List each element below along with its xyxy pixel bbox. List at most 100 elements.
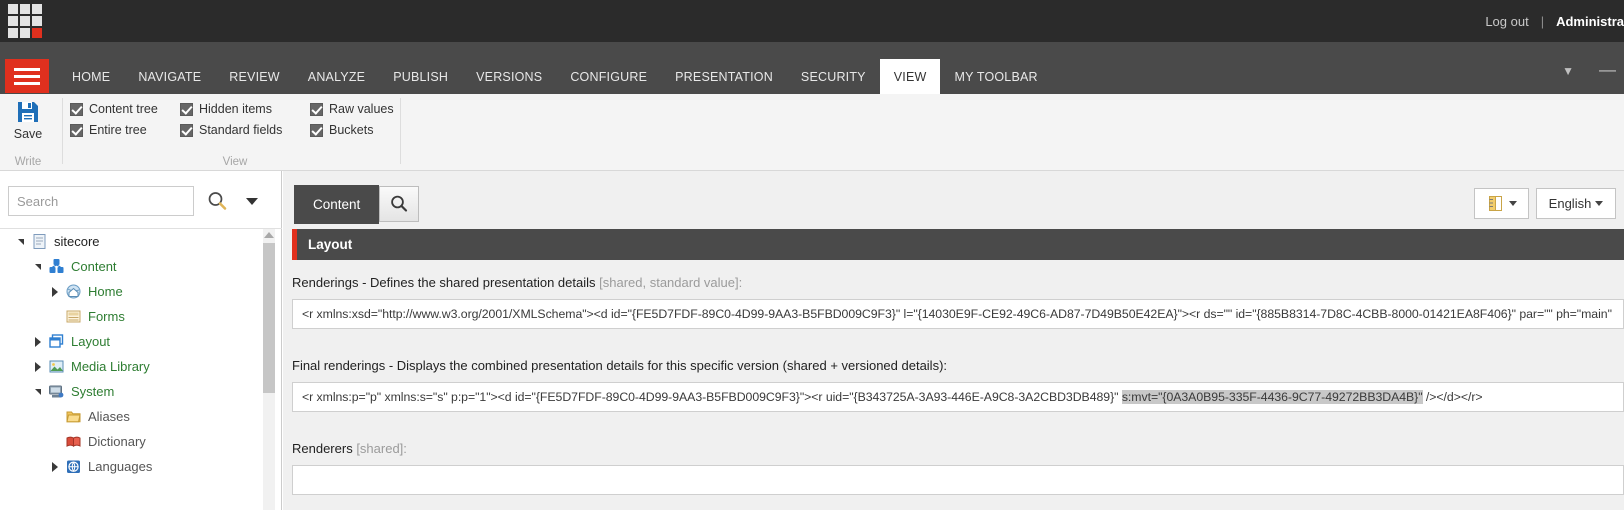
logo-cell: [8, 4, 18, 14]
triangle-collapsed-icon[interactable]: [31, 335, 45, 349]
ribbon-tab-view[interactable]: VIEW: [879, 59, 941, 94]
tree-item-content[interactable]: Content: [0, 254, 282, 279]
checkbox-label: Standard fields: [199, 123, 283, 137]
tree-item-sitecore[interactable]: sitecore: [0, 229, 282, 254]
search-icon[interactable]: [204, 188, 230, 214]
forms-icon: [65, 308, 82, 325]
tree-item-forms[interactable]: Forms: [0, 304, 282, 329]
triangle-expanded-icon[interactable]: [14, 235, 28, 249]
language-selector-button[interactable]: English: [1536, 188, 1616, 219]
tree-item-label: Languages: [88, 459, 153, 474]
ribbon-tab-my-toolbar[interactable]: MY TOOLBAR: [940, 59, 1051, 94]
tree-item-home[interactable]: Home: [0, 279, 282, 304]
ribbon-tab-versions[interactable]: VERSIONS: [462, 59, 556, 94]
field-value-input[interactable]: [292, 465, 1624, 495]
checkbox-label: Raw values: [329, 102, 394, 116]
field-value-prefix: <r xmlns:p="p" xmlns:s="s" p:p="1"><d id…: [302, 390, 1122, 404]
checkbox-buckets[interactable]: Buckets: [310, 123, 373, 137]
version-notebook-icon: [1488, 196, 1502, 211]
ribbon-tab-publish[interactable]: PUBLISH: [379, 59, 462, 94]
tree-item-label: System: [71, 384, 115, 399]
search-input[interactable]: [8, 186, 194, 216]
ribbon-tab-label: HOME: [72, 69, 111, 84]
ribbon-tab-label: MY TOOLBAR: [954, 69, 1038, 84]
save-button[interactable]: Save: [0, 99, 56, 141]
ribbon-tab-label: PUBLISH: [393, 69, 449, 84]
checkbox-hidden-items[interactable]: Hidden items: [180, 102, 272, 116]
checkmark-icon: [70, 123, 83, 137]
globe-icon: [65, 458, 82, 475]
hamburger-bar: [14, 67, 40, 71]
field-value-input[interactable]: <r xmlns:p="p" xmlns:s="s" p:p="1"><d id…: [292, 382, 1624, 412]
logo-cell: [32, 16, 42, 26]
content-tree: sitecore Content Home Forms Layout Media Libr…: [0, 228, 282, 510]
checkbox-label: Entire tree: [89, 123, 147, 137]
tree-item-aliases[interactable]: Aliases: [0, 404, 282, 429]
triangle-collapsed-icon[interactable]: [31, 360, 45, 374]
hamburger-icon[interactable]: [5, 59, 49, 93]
tree-item-languages[interactable]: Languages: [0, 454, 282, 479]
ribbon-body: Save Write Content tree Entire tree Hidden…: [0, 94, 1624, 171]
ribbon-tab-home[interactable]: HOME: [58, 59, 124, 94]
ribbon-tab-review[interactable]: REVIEW: [215, 59, 294, 94]
checkbox-label: Hidden items: [199, 102, 272, 116]
ribbon-tab-navigate[interactable]: NAVIGATE: [124, 59, 215, 94]
checkbox-entire-tree[interactable]: Entire tree: [70, 123, 147, 137]
field-label-modifier: [shared, standard value]:: [599, 275, 743, 290]
chevron-down-icon[interactable]: [246, 197, 258, 205]
tree-item-system[interactable]: System: [0, 379, 282, 404]
triangle-collapsed-icon[interactable]: [48, 285, 62, 299]
tree-scrollbar-thumb[interactable]: [263, 243, 275, 393]
field-value-text: <r xmlns:p="p" xmlns:s="s" p:p="1"><d id…: [302, 390, 1483, 404]
ribbon-tab-label: VIEW: [893, 69, 927, 84]
ribbon-group-write: Save Write: [0, 94, 56, 171]
checkbox-content-tree[interactable]: Content tree: [70, 102, 158, 116]
version-selector-button[interactable]: [1474, 188, 1529, 219]
book-icon: [65, 433, 82, 450]
field-label: Renderers [shared]:: [292, 441, 1624, 456]
tree-item-media-library[interactable]: Media Library: [0, 354, 282, 379]
field-label-modifier: [shared]:: [356, 441, 407, 456]
triangle-expanded-icon[interactable]: [31, 260, 45, 274]
tab-search[interactable]: [379, 186, 419, 222]
ribbon-tab-label: ANALYZE: [307, 69, 366, 84]
ribbon-tab-security[interactable]: SECURITY: [787, 59, 880, 94]
checkbox-raw-values[interactable]: Raw values: [310, 102, 394, 116]
tree-item-layout[interactable]: Layout: [0, 329, 282, 354]
checkmark-icon: [310, 102, 323, 116]
chevron-down-icon[interactable]: ▼: [1562, 64, 1574, 78]
save-button-label: Save: [13, 127, 43, 141]
checkmark-icon: [180, 123, 193, 137]
sitecore-logo[interactable]: [8, 4, 42, 38]
checkbox-standard-fields[interactable]: Standard fields: [180, 123, 282, 137]
current-user-label[interactable]: Administra: [1556, 14, 1624, 29]
minimize-icon[interactable]: —: [1599, 60, 1616, 80]
checkmark-icon: [310, 123, 323, 137]
triangle-collapsed-icon[interactable]: [48, 460, 62, 474]
ribbon-tab-label: VERSIONS: [476, 69, 543, 84]
logo-cell: [20, 28, 30, 38]
logo-cell: [20, 4, 30, 14]
ribbon-tab-strip: HOME NAVIGATE REVIEW ANALYZE PUBLISH VERSIONS…: [0, 42, 1624, 94]
triangle-expanded-icon[interactable]: [31, 385, 45, 399]
tree-node-host: sitecore Content Home Forms Layout Media Libr…: [0, 229, 282, 479]
field-value-input[interactable]: <r xmlns:xsd="http://www.w3.org/2001/XML…: [292, 299, 1624, 329]
tab-content[interactable]: Content: [294, 185, 380, 224]
tree-item-label: Dictionary: [88, 434, 146, 449]
ribbon-tab-label: SECURITY: [800, 69, 866, 84]
ribbon-group-write-label: Write: [14, 156, 42, 168]
checkmark-icon: [180, 102, 193, 116]
ribbon-tab-analyze[interactable]: ANALYZE: [294, 59, 379, 94]
tree-item-dictionary[interactable]: Dictionary: [0, 429, 282, 454]
field-label: Renderings - Defines the shared presenta…: [292, 275, 1624, 290]
logout-link[interactable]: Log out: [1485, 14, 1528, 29]
ribbon-tab-configure[interactable]: CONFIGURE: [556, 59, 661, 94]
logo-cell: [20, 16, 30, 26]
tree-item-label: Media Library: [71, 359, 150, 374]
tree-item-label: Aliases: [88, 409, 130, 424]
field-block: Renderings - Defines the shared presenta…: [292, 275, 1624, 329]
ribbon-tab-presentation[interactable]: PRESENTATION: [661, 59, 787, 94]
scroll-up-arrow-icon[interactable]: [263, 229, 275, 241]
